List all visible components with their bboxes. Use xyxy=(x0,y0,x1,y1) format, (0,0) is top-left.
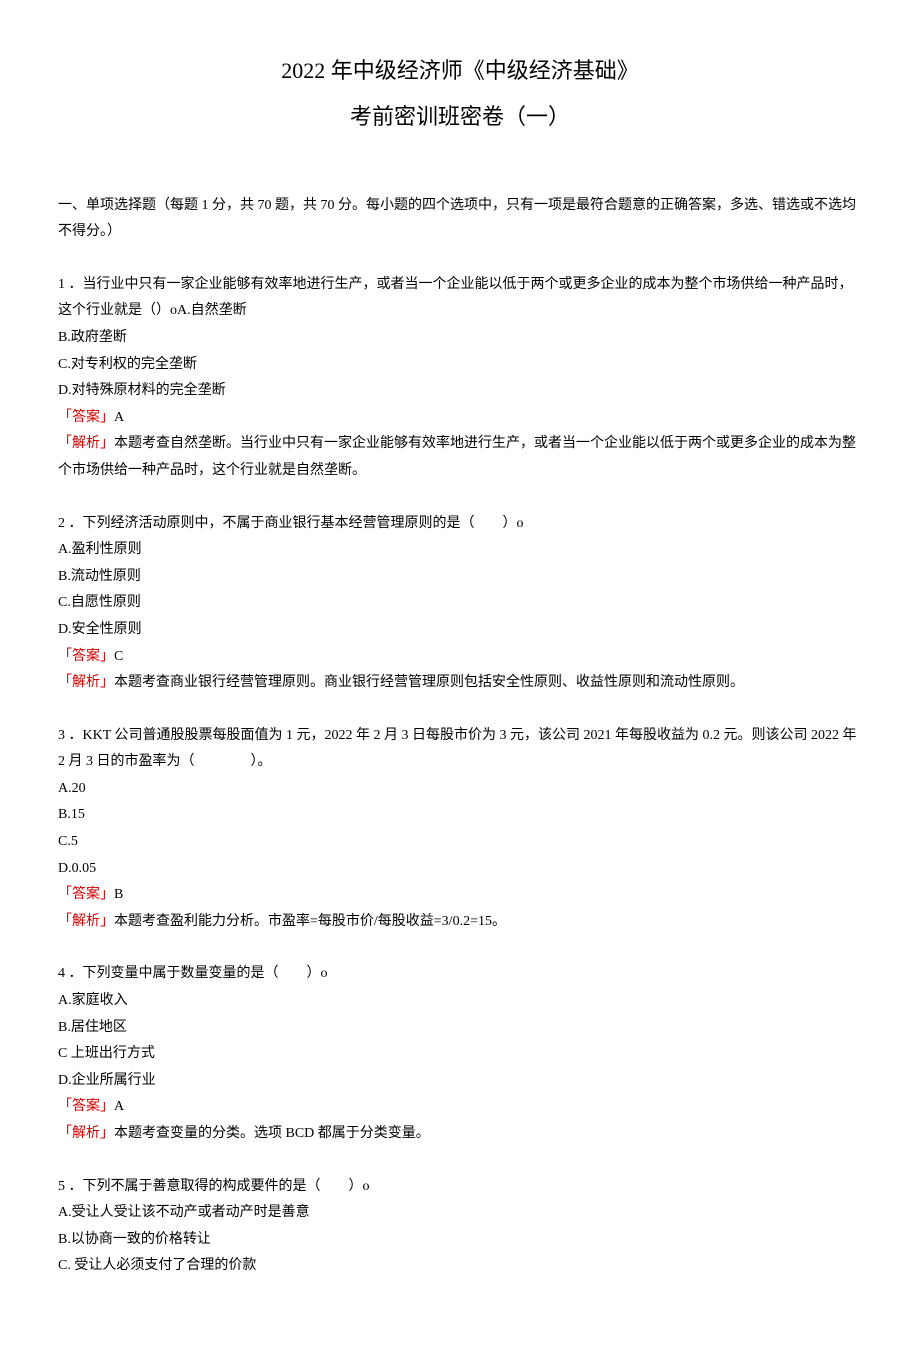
answer-value: A xyxy=(114,410,124,425)
question-stem: 4 ．下列变量中属于数量变量的是（ ）o xyxy=(58,961,862,988)
option-d: D.对特殊原材料的完全垄断 xyxy=(58,378,862,405)
page-title: 2022 年中级经济师《中级经济基础》 xyxy=(58,50,862,92)
option-a: A.受让人受让该不动产或者动产时是善意 xyxy=(58,1200,862,1227)
option-a: A.家庭收入 xyxy=(58,988,862,1015)
explain-label: 「解析」 xyxy=(58,675,114,690)
option-c: C.5 xyxy=(58,829,862,856)
answer-label: 「答案」 xyxy=(58,649,114,664)
answer-value: A xyxy=(114,1099,124,1114)
explain-label: 「解析」 xyxy=(58,436,114,451)
answer-line: 「答案」A xyxy=(58,405,862,432)
answer-value: C xyxy=(114,649,123,664)
answer-line: 「答案」B xyxy=(58,882,862,909)
question-4: 4 ．下列变量中属于数量变量的是（ ）o A.家庭收入 B.居住地区 C 上班出… xyxy=(58,961,862,1147)
question-stem: 5 ．下列不属于善意取得的构成要件的是（ ）o xyxy=(58,1174,862,1201)
option-c: C 上班出行方式 xyxy=(58,1041,862,1068)
option-b: B.政府垄断 xyxy=(58,325,862,352)
explain-text: 本题考查盈利能力分析。市盈率=每股市价/每股收益=3/0.2=15。 xyxy=(114,914,506,929)
answer-line: 「答案」A xyxy=(58,1094,862,1121)
option-b: B.以协商一致的价格转让 xyxy=(58,1227,862,1254)
option-b: B.居住地区 xyxy=(58,1015,862,1042)
question-5: 5 ．下列不属于善意取得的构成要件的是（ ）o A.受让人受让该不动产或者动产时… xyxy=(58,1174,862,1280)
question-stem: 1 ．当行业中只有一家企业能够有效率地进行生产，或者当一个企业能以低于两个或更多… xyxy=(58,272,862,325)
option-a: A.盈利性原则 xyxy=(58,537,862,564)
option-b: B.15 xyxy=(58,802,862,829)
explain-text: 本题考查变量的分类。选项 BCD 都属于分类变量。 xyxy=(114,1126,430,1141)
option-d: D.0.05 xyxy=(58,856,862,883)
explain-label: 「解析」 xyxy=(58,914,114,929)
explain-line: 「解析」本题考查商业银行经营管理原则。商业银行经营管理原则包括安全性原则、收益性… xyxy=(58,670,862,697)
answer-label: 「答案」 xyxy=(58,1099,114,1114)
question-stem: 2 ．下列经济活动原则中，不属于商业银行基本经营管理原则的是（ ）o xyxy=(58,511,862,538)
answer-label: 「答案」 xyxy=(58,887,114,902)
answer-line: 「答案」C xyxy=(58,644,862,671)
explain-line: 「解析」本题考查自然垄断。当行业中只有一家企业能够有效率地进行生产，或者当一个企… xyxy=(58,431,862,484)
option-d: D.企业所属行业 xyxy=(58,1068,862,1095)
explain-label: 「解析」 xyxy=(58,1126,114,1141)
section-instruction: 一、单项选择题（每题 1 分，共 70 题，共 70 分。每小题的四个选项中，只… xyxy=(58,193,862,246)
option-c: C. 受让人必须支付了合理的价款 xyxy=(58,1253,862,1280)
answer-value: B xyxy=(114,887,123,902)
option-a: A.20 xyxy=(58,776,862,803)
option-b: B.流动性原则 xyxy=(58,564,862,591)
question-1: 1 ．当行业中只有一家企业能够有效率地进行生产，或者当一个企业能以低于两个或更多… xyxy=(58,272,862,485)
explain-line: 「解析」本题考查变量的分类。选项 BCD 都属于分类变量。 xyxy=(58,1121,862,1148)
option-d: D.安全性原则 xyxy=(58,617,862,644)
answer-label: 「答案」 xyxy=(58,410,114,425)
explain-text: 本题考查商业银行经营管理原则。商业银行经营管理原则包括安全性原则、收益性原则和流… xyxy=(114,675,744,690)
question-3: 3 ．KKT 公司普通股股票每股面值为 1 元，2022 年 2 月 3 日每股… xyxy=(58,723,862,936)
question-stem: 3 ．KKT 公司普通股股票每股面值为 1 元，2022 年 2 月 3 日每股… xyxy=(58,723,862,776)
option-c: C.自愿性原则 xyxy=(58,590,862,617)
explain-text: 本题考查自然垄断。当行业中只有一家企业能够有效率地进行生产，或者当一个企业能以低… xyxy=(58,436,856,478)
question-2: 2 ．下列经济活动原则中，不属于商业银行基本经营管理原则的是（ ）o A.盈利性… xyxy=(58,511,862,697)
explain-line: 「解析」本题考查盈利能力分析。市盈率=每股市价/每股收益=3/0.2=15。 xyxy=(58,909,862,936)
page-subtitle: 考前密训班密卷（一） xyxy=(58,96,862,138)
option-c: C.对专利权的完全垄断 xyxy=(58,352,862,379)
